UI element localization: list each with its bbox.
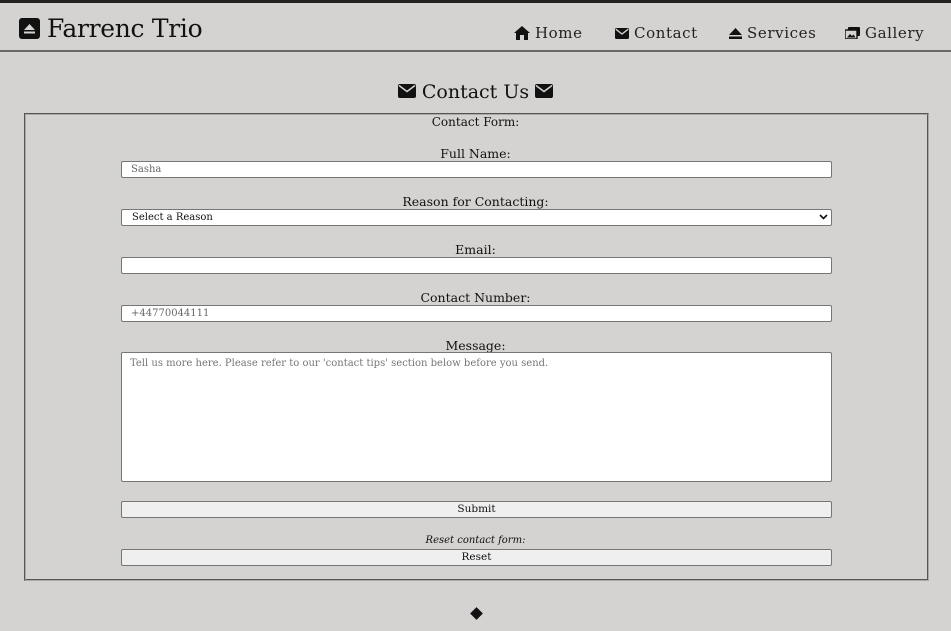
nav-item-label: Home: [535, 24, 583, 42]
message-textarea[interactable]: [121, 352, 832, 482]
brand-name: Farrenc Trio: [47, 13, 203, 43]
reset-button[interactable]: Reset: [121, 549, 832, 566]
reason-select[interactable]: Select a Reason: [121, 209, 832, 226]
eject-icon: [729, 27, 742, 39]
diamond-divider-icon: [470, 607, 483, 620]
envelope-icon: [615, 27, 629, 39]
eject-box-icon: [19, 17, 40, 39]
reset-note: Reset contact form:: [425, 535, 526, 546]
nav-item-label: Gallery: [865, 24, 925, 42]
contact-number-input[interactable]: +44770044111: [121, 305, 832, 322]
reason-label: Reason for Contacting:: [402, 194, 549, 209]
email-field[interactable]: [121, 257, 832, 274]
message-label: Message:: [445, 338, 506, 353]
nav-item-label: Services: [747, 24, 817, 42]
envelope-icon: [397, 81, 416, 103]
brand-logo[interactable]: Farrenc Trio: [19, 13, 203, 43]
top-navbar: Farrenc Trio Home Contact Services Galle…: [0, 0, 951, 52]
page-title-text: Contact Us: [421, 81, 530, 103]
images-icon: [845, 27, 860, 39]
nav-item-services[interactable]: Services: [729, 22, 816, 44]
nav-item-label: Contact: [634, 24, 698, 42]
chevron-down-icon: [819, 210, 828, 225]
full-name-input[interactable]: Sasha: [121, 161, 832, 178]
nav-item-home[interactable]: Home: [514, 22, 583, 44]
contact-number-label: Contact Number:: [420, 290, 531, 305]
page-title: Contact Us: [0, 78, 951, 106]
full-name-label: Full Name:: [440, 146, 511, 161]
envelope-icon: [535, 81, 554, 103]
submit-button[interactable]: Submit: [121, 501, 832, 518]
form-legend: Contact Form:: [429, 115, 522, 129]
nav-item-contact[interactable]: Contact: [615, 22, 698, 44]
email-label: Email:: [455, 242, 496, 257]
home-icon: [514, 26, 530, 40]
reason-selected-value: Select a Reason: [132, 212, 213, 223]
nav-item-gallery[interactable]: Gallery: [845, 22, 924, 44]
